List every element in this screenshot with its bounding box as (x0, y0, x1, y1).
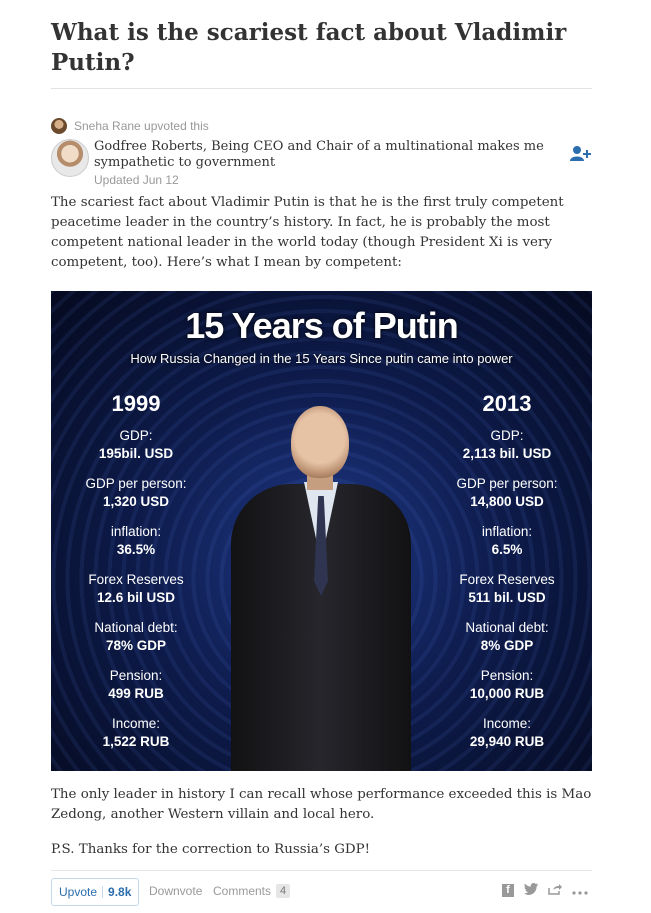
person-figure (221, 406, 421, 771)
author-credential[interactable]: Godfree Roberts, Being CEO and Chair of … (94, 139, 544, 171)
twitter-icon[interactable] (524, 883, 538, 898)
year-label-left: 1999 (111, 391, 161, 416)
upvoter-avatar[interactable] (51, 118, 67, 134)
stat-label: Pension: (480, 668, 534, 683)
stat-label: GDP: (119, 428, 153, 443)
stat-value: 1,522 RUB (102, 734, 170, 749)
stat-value: 29,940 RUB (469, 734, 545, 749)
stat-value: 2,113 bil. USD (462, 446, 552, 461)
stat-label: Income: (111, 716, 161, 731)
question-title[interactable]: What is the scariest fact about Vladimir… (51, 18, 592, 78)
stat-value: 1,320 USD (102, 494, 170, 509)
head-shape (291, 406, 349, 478)
comments-button[interactable]: Comments 4 (213, 884, 291, 898)
infographic-subtitle: How Russia Changed in the 15 Years Since… (130, 351, 513, 366)
share-icons: f (502, 883, 588, 898)
stat-label: National debt: (94, 620, 178, 635)
upvoter-text[interactable]: Sneha Rane upvoted this (74, 119, 209, 133)
answer-paragraph-2: The only leader in history I can recall … (51, 787, 592, 822)
stat-value: 36.5% (116, 542, 156, 557)
stats-2013: 2013 GDP: 2,113 bil. USD GDP per person:… (422, 391, 592, 756)
stat-value: 12.6 bil USD (96, 590, 176, 605)
action-bar: Upvote 9.8k Downvote Comments 4 f (51, 870, 592, 913)
stat-label: GDP per person: (85, 476, 187, 491)
stat-label: GDP: (490, 428, 524, 443)
author-row: Godfree Roberts, Being CEO and Chair of … (51, 139, 592, 187)
facebook-icon[interactable]: f (502, 884, 514, 897)
stat-label: Pension: (109, 668, 163, 683)
comments-label: Comments (213, 884, 272, 898)
answer-paragraph-3: P.S. Thanks for the correction to Russia… (51, 842, 371, 857)
stats-1999: 1999 GDP: 195bil. USD GDP per person: 1,… (51, 391, 221, 756)
add-person-icon[interactable] (570, 145, 592, 161)
year-label-right: 2013 (482, 391, 532, 416)
stat-value: 6.5% (491, 542, 523, 557)
stat-value: 14,800 USD (470, 494, 544, 509)
author-avatar[interactable] (51, 139, 89, 177)
stat-label: inflation: (481, 524, 533, 539)
stat-label: Income: (482, 716, 532, 731)
stat-value: 195bil. USD (98, 446, 174, 461)
share-icon[interactable] (548, 883, 562, 898)
stat-value: 78% GDP (105, 638, 167, 653)
answer-updated-date[interactable]: Updated Jun 12 (94, 173, 179, 187)
stat-value: 511 bil. USD (468, 590, 546, 605)
stat-label: Forex Reserves (459, 572, 555, 587)
upvote-label: Upvote (59, 885, 98, 899)
upvote-count: 9.8k (108, 885, 132, 899)
upvote-button[interactable]: Upvote 9.8k (51, 878, 140, 906)
stat-label: National debt: (465, 620, 549, 635)
upvote-separator (102, 886, 104, 898)
stat-label: GDP per person: (456, 476, 558, 491)
stat-value: 499 RUB (108, 686, 164, 701)
stat-label: inflation: (110, 524, 162, 539)
stat-label: Forex Reserves (88, 572, 184, 587)
upvoter-line: Sneha Rane upvoted this (51, 118, 209, 134)
more-icon[interactable] (572, 883, 588, 898)
stat-value: 8% GDP (480, 638, 534, 653)
title-divider (51, 88, 592, 89)
answer-paragraph-1: The scariest fact about Vladimir Putin i… (51, 195, 564, 270)
stat-value: 10,000 RUB (469, 686, 545, 701)
infographic-title: 15 Years of Putin (185, 305, 458, 346)
infographic-image[interactable]: 15 Years of Putin How Russia Changed in … (51, 291, 592, 771)
comments-count-badge: 4 (276, 884, 291, 898)
downvote-button[interactable]: Downvote (149, 884, 202, 898)
